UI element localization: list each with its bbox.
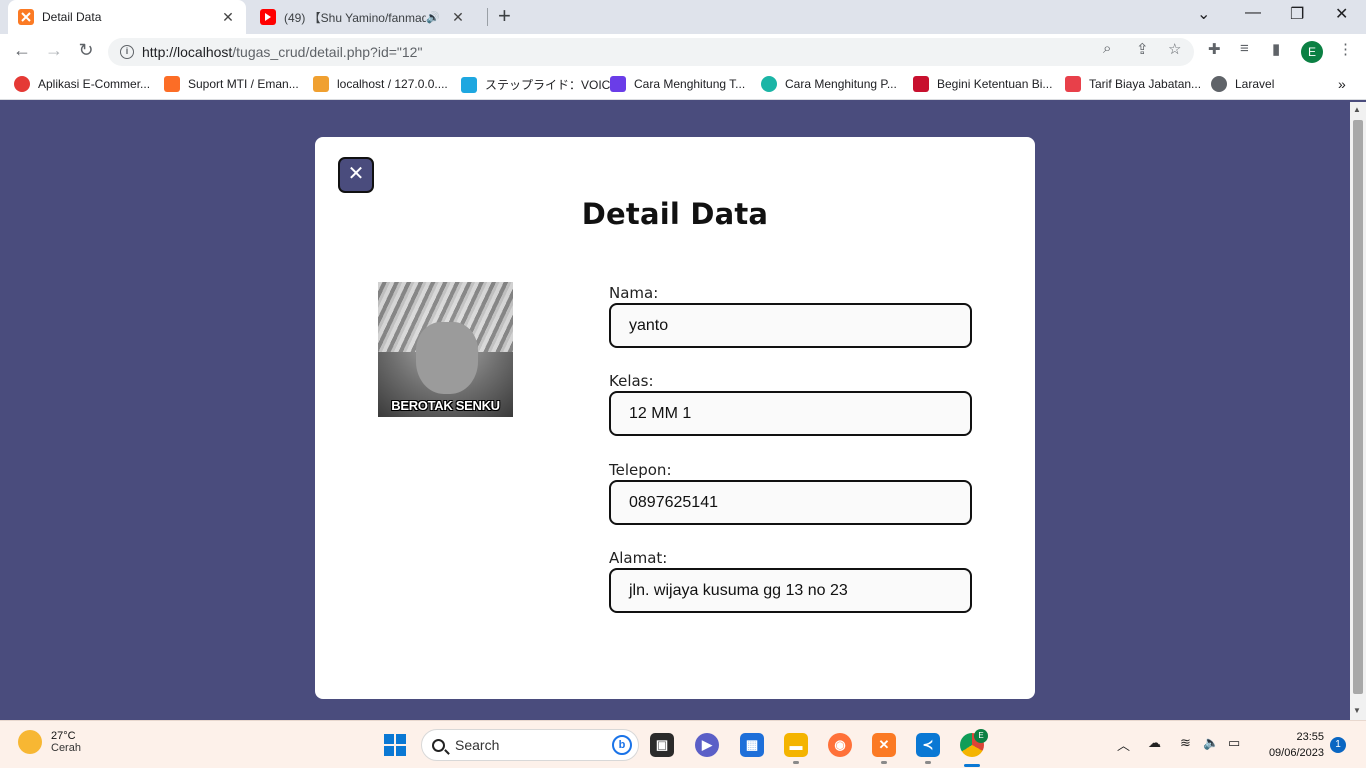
share-icon[interactable]: ⇪ — [1136, 40, 1149, 58]
bookmark-item[interactable]: Cara Menghitung T... — [610, 76, 745, 92]
tab-separator — [487, 8, 488, 26]
kelas-field[interactable]: 12 MM 1 — [609, 391, 972, 436]
chrome-profile-badge: E — [974, 729, 988, 743]
bookmark-item[interactable]: Tarif Biaya Jabatan... — [1065, 76, 1201, 92]
scroll-down-icon[interactable]: ▼ — [1353, 706, 1361, 715]
weather-widget[interactable]: 27°C Cerah — [18, 730, 81, 754]
globe-icon — [1211, 76, 1227, 92]
bookmark-item[interactable]: Suport MTI / Eman... — [164, 76, 299, 92]
detail-card: ✕ Detail Data BEROTAK SENKU Nama: yanto … — [315, 137, 1035, 699]
search-icon — [432, 738, 445, 752]
windows-taskbar: 27°C Cerah Search b ▣ ▶ ▦ ▬ ◉ ✕ ≺ E ︿ ☁ … — [0, 720, 1366, 768]
bookmark-star-icon[interactable]: ☆ — [1168, 40, 1181, 58]
reload-icon[interactable]: ↻ — [74, 40, 98, 61]
file-explorer-icon[interactable]: ▬ — [784, 733, 808, 757]
more-bookmarks-chevron-icon[interactable]: » — [1338, 76, 1346, 92]
bookmark-favicon-icon — [761, 76, 777, 92]
alamat-label: Alamat: — [609, 549, 668, 567]
scrollbar-thumb[interactable] — [1353, 120, 1363, 694]
bookmark-item[interactable]: Aplikasi E-Commer... — [14, 76, 150, 92]
media-control-icon[interactable]: ≡ — [1240, 40, 1249, 57]
bookmark-item[interactable]: ステップライド：VOIC... — [461, 76, 620, 93]
zoom-icon[interactable]: ⌕ — [1103, 40, 1111, 57]
onedrive-cloud-icon[interactable]: ☁ — [1148, 735, 1161, 751]
bookmark-item[interactable]: Laravel — [1211, 76, 1274, 92]
firefox-icon[interactable]: ◉ — [828, 733, 852, 757]
nama-field[interactable]: yanto — [609, 303, 972, 348]
bookmark-favicon-icon — [461, 76, 477, 93]
site-info-icon[interactable]: i — [120, 45, 134, 59]
back-arrow-icon[interactable]: ← — [10, 40, 34, 61]
page-title: Detail Data — [581, 197, 769, 231]
alamat-field[interactable]: jln. wijaya kusuma gg 13 no 23 — [609, 568, 972, 613]
speaker-icon[interactable]: 🔊 — [426, 11, 440, 24]
bookmark-favicon-icon — [913, 76, 929, 92]
photo-caption: BEROTAK SENKU — [391, 398, 500, 413]
battery-icon[interactable]: ▭ — [1228, 735, 1240, 751]
start-windows-icon[interactable] — [384, 734, 406, 756]
phpmyadmin-icon — [313, 76, 329, 92]
system-clock[interactable]: 23:55 09/06/2023 — [1262, 729, 1324, 761]
telepon-label: Telepon: — [609, 461, 672, 479]
search-label: Search — [455, 737, 500, 753]
xampp-icon[interactable]: ✕ — [872, 733, 896, 757]
bookmarks-bar: Aplikasi E-Commer... Suport MTI / Eman..… — [0, 70, 1366, 100]
restore-icon[interactable]: ❐ — [1290, 4, 1304, 24]
taskbar-search[interactable]: Search b — [421, 729, 639, 761]
page-scrollbar[interactable]: ▲ ▼ — [1350, 102, 1366, 720]
clock-time: 23:55 — [1296, 731, 1324, 743]
side-panel-icon[interactable]: ▮ — [1272, 40, 1280, 58]
wifi-icon[interactable]: ≋ — [1180, 735, 1191, 751]
tab-close-icon[interactable]: ✕ — [450, 9, 466, 26]
kelas-label: Kelas: — [609, 372, 654, 390]
temperature: 27°C — [51, 730, 76, 742]
tab-search-chevron-icon[interactable]: ⌄ — [1197, 4, 1210, 24]
profile-photo: BEROTAK SENKU — [378, 282, 513, 417]
bookmark-favicon-icon — [1065, 76, 1081, 92]
tab-detail-data[interactable]: Detail Data ✕ — [8, 0, 246, 34]
browser-toolbar: ← → ↻ i http://localhost/tugas_crud/deta… — [0, 34, 1366, 70]
browser-tab-bar: Detail Data ✕ (49) 【Shu Yamino/fanmade n… — [0, 0, 1366, 34]
forward-arrow-icon[interactable]: → — [42, 40, 66, 61]
bookmark-item[interactable]: Begini Ketentuan Bi... — [913, 76, 1052, 92]
xampp-icon — [18, 9, 34, 25]
notification-badge[interactable]: 1 — [1330, 737, 1346, 753]
nama-label: Nama: — [609, 284, 659, 302]
address-bar[interactable]: i http://localhost/tugas_crud/detail.php… — [108, 38, 1194, 66]
store-icon[interactable]: ▦ — [740, 733, 764, 757]
task-view-icon[interactable]: ▣ — [650, 733, 674, 757]
profile-avatar[interactable]: E — [1301, 41, 1323, 63]
tab-close-icon[interactable]: ✕ — [220, 9, 236, 26]
bookmark-item[interactable]: Cara Menghitung P... — [761, 76, 897, 92]
bookmark-item[interactable]: localhost / 127.0.0.... — [313, 76, 448, 92]
weather-condition: Cerah — [51, 742, 81, 754]
bookmark-favicon-icon — [14, 76, 30, 92]
weather-sun-icon — [18, 730, 42, 754]
minimize-icon[interactable]: — — [1245, 4, 1261, 22]
volume-icon[interactable]: 🔈 — [1203, 735, 1219, 751]
new-tab-plus-icon[interactable]: + — [498, 5, 511, 27]
tab-title: Detail Data — [42, 10, 102, 24]
window-close-icon[interactable]: ✕ — [1335, 4, 1348, 24]
vscode-icon[interactable]: ≺ — [916, 733, 940, 757]
menu-kebab-icon[interactable]: ⋮ — [1338, 40, 1353, 58]
youtube-icon — [260, 9, 276, 25]
bing-icon[interactable]: b — [612, 735, 632, 755]
scroll-up-icon[interactable]: ▲ — [1353, 105, 1361, 114]
clock-date: 09/06/2023 — [1268, 747, 1324, 759]
gitlab-icon — [164, 76, 180, 92]
url-text: http://localhost/tugas_crud/detail.php?i… — [142, 44, 423, 60]
tray-overflow-chevron-icon[interactable]: ︿ — [1117, 735, 1130, 754]
tab-youtube[interactable]: (49) 【Shu Yamino/fanmade n 🔊 ✕ — [250, 0, 476, 34]
tab-title: (49) 【Shu Yamino/fanmade n — [284, 10, 427, 25]
telepon-field[interactable]: 0897625141 — [609, 480, 972, 525]
teams-chat-icon[interactable]: ▶ — [695, 733, 719, 757]
close-icon: ✕ — [347, 163, 365, 185]
close-button[interactable]: ✕ — [338, 157, 374, 193]
extensions-puzzle-icon[interactable]: ✚ — [1208, 40, 1221, 58]
sparkle-icon — [610, 76, 626, 92]
